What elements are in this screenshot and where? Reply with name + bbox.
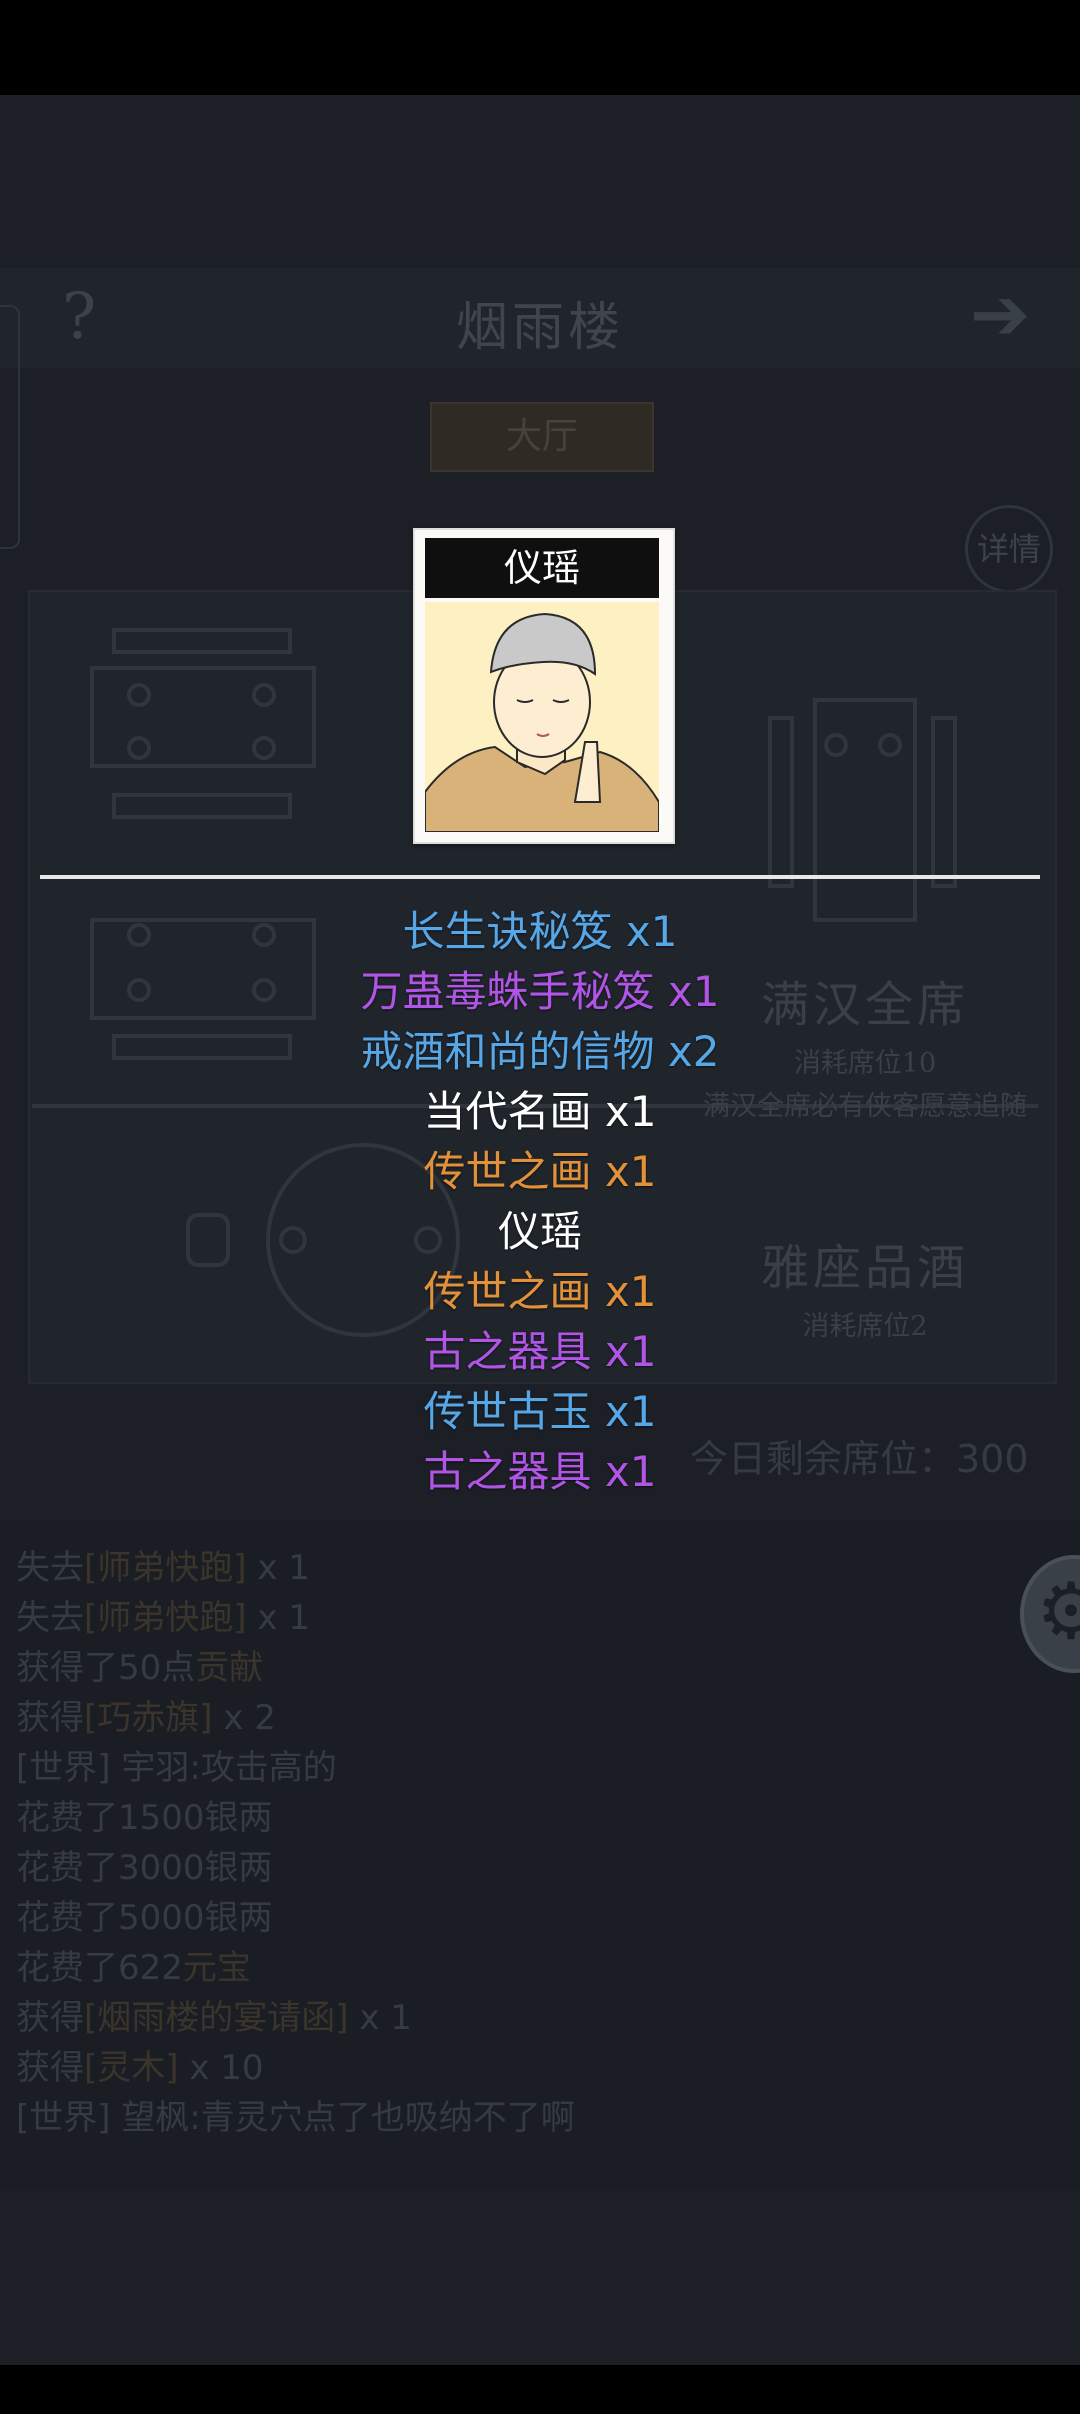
detail-button[interactable]: 详情: [965, 505, 1053, 593]
message-log: 失去[师弟快跑] x 1 失去[师弟快跑] x 1 获得了50点贡献 获得[巧赤…: [0, 1520, 1080, 2190]
log-line: 失去[师弟快跑] x 1: [16, 1548, 310, 1588]
gear-icon: ⚙: [1036, 1567, 1080, 1657]
log-line: 花费了1500银两: [16, 1798, 273, 1838]
character-portrait: [425, 602, 659, 832]
reward-item: 古之器具 x1: [423, 1447, 657, 1496]
reward-item: 长生诀秘笈 x1: [402, 907, 678, 956]
page-title: 烟雨楼: [455, 298, 624, 358]
reward-item: 传世之画 x1: [423, 1267, 657, 1316]
divider-line: [40, 875, 1040, 879]
reward-list: 长生诀秘笈 x1 万蛊毒蛛手秘笈 x1 戒酒和尚的信物 x2 当代名画 x1 传…: [0, 902, 1080, 1502]
character-card: 仪瑶: [413, 528, 675, 844]
screen: ? 烟雨楼 ➔ 大厅 详情 满汉全席 消耗席位10 满汉全席必有侠客愿意追随 雅…: [0, 0, 1080, 2414]
log-line: 花费了3000银两: [16, 1848, 273, 1888]
reward-item: 万蛊毒蛛手秘笈 x1: [360, 967, 720, 1016]
log-line: 获得[烟雨楼的宴请函] x 1: [16, 1998, 412, 2038]
system-nav-bar: [0, 2365, 1080, 2414]
reward-item: 当代名画 x1: [423, 1087, 657, 1136]
log-line: 获得[巧赤旗] x 2: [16, 1698, 276, 1738]
tab-hall[interactable]: 大厅: [430, 402, 654, 472]
reward-item: 仪瑶: [497, 1207, 582, 1256]
side-drawer-handle[interactable]: [0, 305, 20, 549]
log-line: 失去[师弟快跑] x 1: [16, 1598, 310, 1638]
log-line: [世界] 望枫:青灵穴点了也吸纳不了啊: [16, 2098, 575, 2138]
log-line: 花费了622元宝: [16, 1948, 251, 1988]
arrow-right-icon[interactable]: ➔: [970, 272, 1030, 356]
log-line: 获得了50点贡献: [16, 1648, 264, 1688]
reward-item: 传世之画 x1: [423, 1147, 657, 1196]
reward-item: 传世古玉 x1: [423, 1387, 657, 1436]
character-name: 仪瑶: [425, 538, 659, 598]
log-line: [世界] 宇羽:攻击高的: [16, 1748, 337, 1788]
reward-item: 戒酒和尚的信物 x2: [360, 1027, 720, 1076]
log-line: 花费了5000银两: [16, 1898, 273, 1938]
reward-item: 古之器具 x1: [423, 1327, 657, 1376]
log-line: 获得[灵木] x 10: [16, 2048, 264, 2088]
